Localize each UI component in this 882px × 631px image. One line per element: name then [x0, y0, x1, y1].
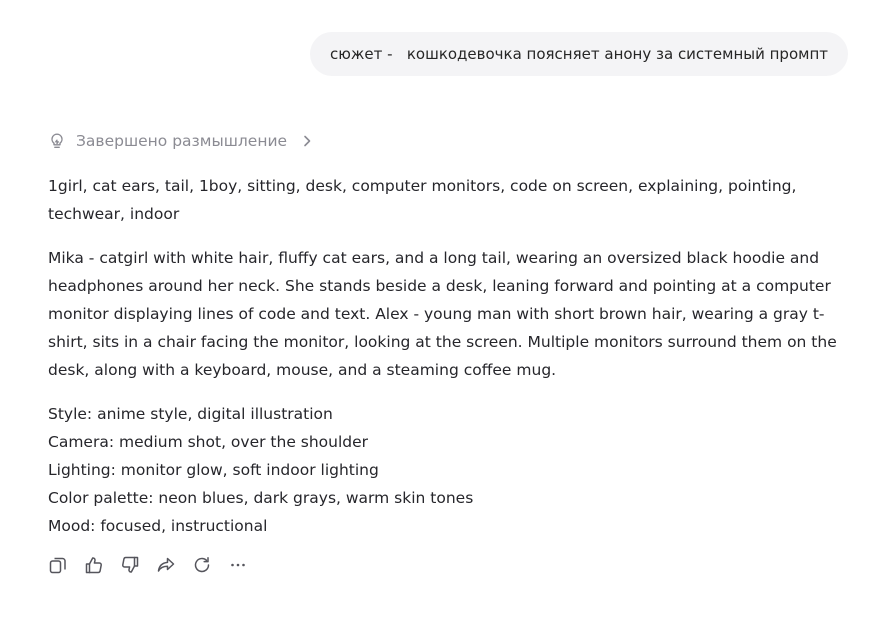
detail-camera: Camera: medium shot, over the shoulder: [48, 433, 369, 451]
detail-lighting: Lighting: monitor glow, soft indoor ligh…: [48, 461, 379, 479]
detail-color-palette: Color palette: neon blues, dark grays, w…: [48, 489, 474, 507]
user-message-bubble: сюжет - кошкодевочка поясняет анону за с…: [310, 32, 848, 76]
detail-mood: Mood: focused, instructional: [48, 517, 268, 535]
thinking-toggle[interactable]: Завершено размышление: [48, 132, 313, 150]
user-message-text: сюжет - кошкодевочка поясняет анону за с…: [330, 45, 828, 63]
chevron-right-icon: [301, 134, 313, 148]
regenerate-icon[interactable]: [192, 555, 212, 575]
response-details: Style: anime style, digital illustration…: [48, 400, 848, 540]
response-actions: [48, 555, 248, 575]
copy-icon[interactable]: [48, 555, 68, 575]
thumbs-up-icon[interactable]: [84, 555, 104, 575]
share-icon[interactable]: [156, 555, 176, 575]
detail-style: Style: anime style, digital illustration: [48, 405, 333, 423]
response-description: Mika - catgirl with white hair, fluffy c…: [48, 249, 837, 379]
assistant-response: 1girl, cat ears, tail, 1boy, sitting, de…: [48, 172, 848, 540]
more-icon[interactable]: [228, 555, 248, 575]
response-tags: 1girl, cat ears, tail, 1boy, sitting, de…: [48, 177, 797, 223]
thinking-label: Завершено размышление: [76, 132, 288, 150]
lightbulb-icon: [48, 132, 66, 150]
thumbs-down-icon[interactable]: [120, 555, 140, 575]
